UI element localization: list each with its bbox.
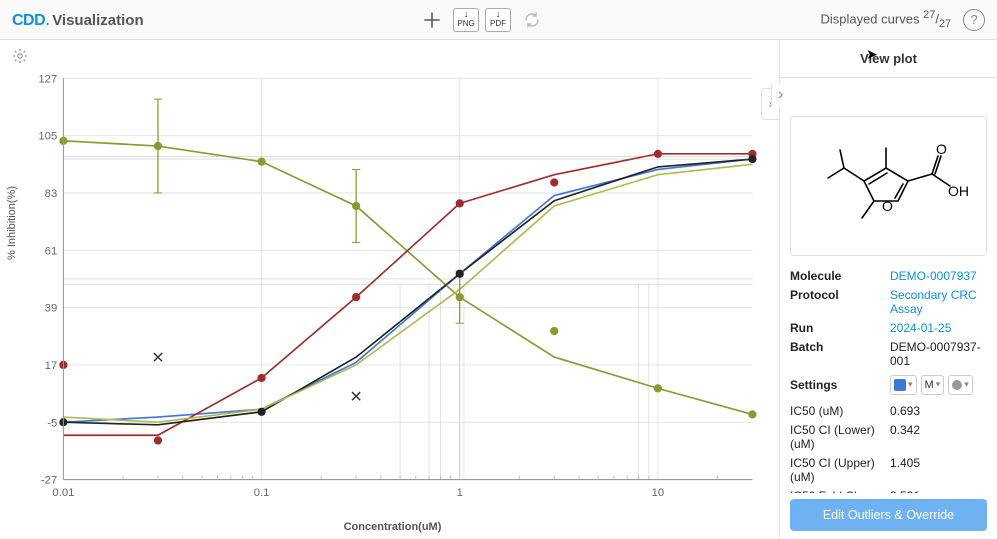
svg-text:0.1: 0.1	[254, 487, 270, 499]
next-plot-button[interactable]: ›	[771, 84, 989, 106]
molecule-icon: O O OH	[804, 126, 974, 246]
svg-text:61: 61	[45, 245, 58, 257]
dose-response-chart[interactable]: 127 105 83 61 39 17 -5 -27 0.01 0.1 1 10	[12, 68, 773, 531]
property-row: MoleculeDEMO-0007937	[790, 266, 987, 285]
marker-select[interactable]: M▾	[921, 375, 945, 395]
svg-text:OH: OH	[948, 183, 969, 199]
refresh-icon	[524, 12, 540, 28]
app-logo: CDD. Visualization	[12, 9, 144, 30]
question-icon: ?	[970, 12, 977, 27]
settings-row: Settings ▾ M▾ ▾	[790, 372, 987, 397]
plot-pager: ‹ / 27 ›	[780, 78, 997, 112]
property-value: 2.531	[890, 489, 987, 494]
svg-text:O: O	[882, 198, 893, 214]
color-select[interactable]: ▾	[890, 375, 917, 395]
export-pdf-button[interactable]: ↓ PDF	[485, 8, 511, 32]
help-button[interactable]: ?	[963, 9, 985, 31]
property-label: IC50 CI (Lower) (uM)	[790, 423, 890, 451]
property-label: IC50 CI (Upper) (uM)	[790, 456, 890, 484]
property-row: IC50 CI (Lower) (uM)0.342	[790, 420, 987, 453]
svg-text:17: 17	[45, 360, 58, 372]
download-icon: ↓	[496, 11, 501, 19]
property-label: IC50 (uM)	[790, 404, 890, 418]
logo-dot: .	[45, 9, 50, 30]
refresh-button[interactable]	[518, 6, 546, 34]
panel-title: View plot	[780, 40, 997, 78]
export-png-button[interactable]: ↓ PNG	[453, 8, 479, 32]
color-swatch	[894, 379, 906, 391]
displayed-curves-label: Displayed curves 27/27	[820, 9, 951, 30]
svg-text:0.01: 0.01	[52, 487, 74, 499]
property-value: DEMO-0007937-001	[890, 340, 987, 368]
gear-icon	[12, 48, 28, 64]
y-axis-label: % Inhibition(%)	[6, 186, 18, 260]
details-panel: View plot ‹ / 27 ›	[779, 40, 997, 539]
download-icon: ↓	[464, 11, 469, 19]
svg-text:10: 10	[652, 487, 665, 499]
property-row: Run2024-01-25	[790, 318, 987, 337]
molecule-structure: O O OH	[790, 116, 987, 256]
property-value[interactable]: 2024-01-25	[890, 321, 987, 335]
plus-icon	[423, 11, 441, 29]
property-row: IC50 (uM)0.693	[790, 401, 987, 420]
property-label: IC50 Fold Change	[790, 489, 890, 494]
style-select[interactable]: ▾	[948, 375, 973, 395]
add-button[interactable]	[418, 6, 446, 34]
property-label: Molecule	[790, 269, 890, 283]
property-row: BatchDEMO-0007937-001	[790, 337, 987, 370]
property-value: 0.342	[890, 423, 987, 451]
property-label: Protocol	[790, 288, 890, 316]
properties-list: MoleculeDEMO-0007937ProtocolSecondary CR…	[780, 260, 997, 493]
svg-text:39: 39	[45, 303, 58, 315]
property-row: ProtocolSecondary CRC Assay	[790, 285, 987, 318]
property-label: Batch	[790, 340, 890, 368]
property-value: 0.693	[890, 404, 987, 418]
property-value: 1.405	[890, 456, 987, 484]
svg-text:105: 105	[38, 131, 57, 143]
logo-brand: CDD	[12, 12, 45, 30]
chart-panel: % Inhibition(%) Concentration(uM) 127 105…	[0, 40, 779, 539]
property-value[interactable]: Secondary CRC Assay	[890, 288, 987, 316]
settings-label: Settings	[790, 378, 890, 392]
svg-text:-5: -5	[47, 417, 57, 429]
dot-icon	[952, 380, 962, 390]
property-row: IC50 CI (Upper) (uM)1.405	[790, 453, 987, 486]
svg-text:1: 1	[457, 487, 463, 499]
property-row: IC50 Fold Change2.531	[790, 486, 987, 493]
x-axis-label: Concentration(uM)	[344, 521, 442, 533]
svg-text:-27: -27	[41, 475, 57, 487]
property-value[interactable]: DEMO-0007937	[890, 269, 987, 283]
svg-text:127: 127	[38, 73, 57, 85]
edit-outliers-button[interactable]: Edit Outliers & Override	[790, 499, 987, 531]
top-toolbar: CDD. Visualization ↓ PNG ↓ PDF Displayed…	[0, 0, 997, 40]
chart-settings-button[interactable]	[12, 48, 28, 67]
property-label: Run	[790, 321, 890, 335]
logo-suffix: Visualization	[52, 12, 143, 29]
svg-text:83: 83	[45, 188, 58, 200]
svg-text:O: O	[936, 141, 947, 157]
